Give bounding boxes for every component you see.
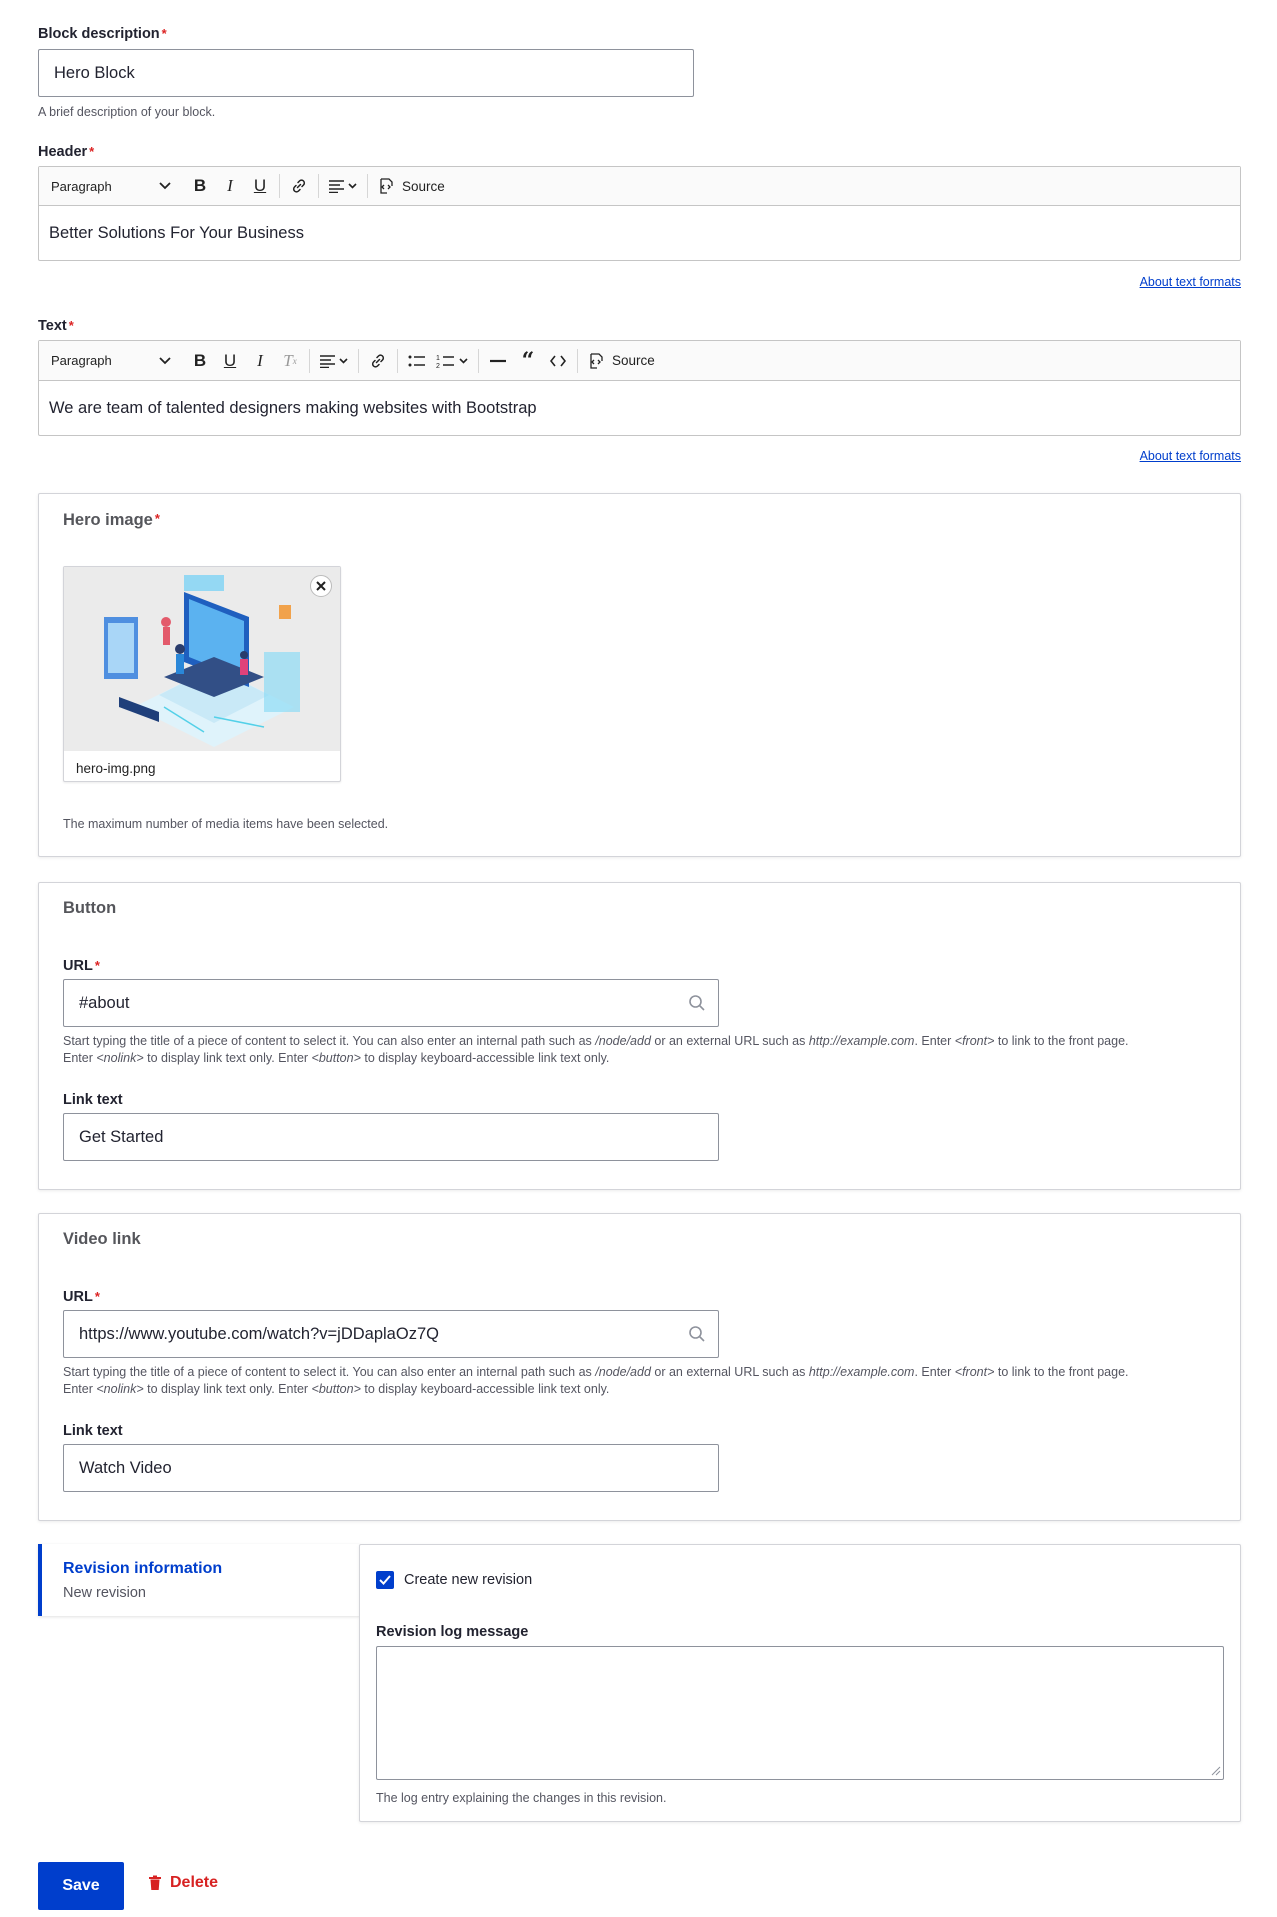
create-revision-checkbox-row[interactable]: Create new revision xyxy=(376,1571,532,1589)
underline-button[interactable]: U xyxy=(245,171,275,201)
text-toolbar: Paragraph B U I Tx 12 “ Source xyxy=(39,341,1240,381)
paragraph-format-select[interactable]: Paragraph xyxy=(51,179,179,194)
paragraph-format-select[interactable]: Paragraph xyxy=(51,353,179,368)
link-icon[interactable] xyxy=(363,346,393,376)
revision-tab-title: Revision information xyxy=(63,1560,223,1577)
hero-image-title: Hero image * xyxy=(63,511,160,529)
chevron-down-icon xyxy=(159,356,171,364)
blockquote-icon[interactable]: “ xyxy=(513,346,543,376)
source-button[interactable]: Source xyxy=(372,177,451,195)
header-editor: Paragraph B I U Source Better Solutions … xyxy=(38,166,1241,261)
svg-text:1: 1 xyxy=(436,355,440,362)
chevron-down-icon xyxy=(159,182,171,190)
video-url-input[interactable]: https://www.youtube.com/watch?v=jDDaplaO… xyxy=(63,1310,719,1358)
block-description-label: Block description * xyxy=(38,26,167,42)
underline-button[interactable]: U xyxy=(215,346,245,376)
trash-icon xyxy=(149,1875,161,1890)
button-card: Button URL * #about Start typing the titl… xyxy=(38,882,1241,1190)
text-editor: Paragraph B U I Tx 12 “ Source We are te… xyxy=(38,340,1241,436)
block-description-input[interactable]: Hero Block xyxy=(38,49,694,97)
media-item[interactable]: hero-img.png xyxy=(63,566,341,782)
header-content[interactable]: Better Solutions For Your Business xyxy=(39,206,1240,260)
save-button[interactable]: Save xyxy=(38,1862,124,1910)
source-icon xyxy=(380,178,393,194)
required-marker: * xyxy=(161,26,167,41)
italic-button[interactable]: I xyxy=(245,346,275,376)
hero-image-card: Hero image * hero-img.png The maximum nu… xyxy=(38,493,1241,857)
align-icon[interactable] xyxy=(323,171,363,201)
text-label: Text * xyxy=(38,318,74,334)
remove-format-icon[interactable]: Tx xyxy=(275,346,305,376)
source-icon xyxy=(590,352,603,369)
horizontal-line-icon[interactable] xyxy=(483,346,513,376)
create-revision-label: Create new revision xyxy=(404,1572,533,1588)
code-icon[interactable] xyxy=(543,346,573,376)
text-content[interactable]: We are team of talented designers making… xyxy=(39,381,1240,435)
search-icon xyxy=(689,1326,705,1342)
button-url-label: URL * xyxy=(63,958,100,974)
revision-log-label: Revision log message xyxy=(376,1624,529,1640)
button-url-input[interactable]: #about xyxy=(63,979,719,1027)
bulleted-list-icon[interactable] xyxy=(402,346,432,376)
button-url-help: Start typing the title of a piece of con… xyxy=(63,1034,1129,1065)
media-filename: hero-img.png xyxy=(76,761,156,776)
remove-media-button[interactable] xyxy=(310,575,332,597)
button-link-text-label: Link text xyxy=(63,1092,123,1108)
video-url-help: Start typing the title of a piece of con… xyxy=(63,1365,1129,1396)
close-icon xyxy=(316,581,326,591)
resize-handle-icon[interactable] xyxy=(1209,1764,1221,1776)
bold-button[interactable]: B xyxy=(185,171,215,201)
link-icon[interactable] xyxy=(284,171,314,201)
svg-text:2: 2 xyxy=(436,363,440,369)
video-link-card: Video link URL * https://www.youtube.com/… xyxy=(38,1213,1241,1521)
video-section-title: Video link xyxy=(63,1230,141,1248)
header-label: Header * xyxy=(38,144,95,160)
check-icon xyxy=(379,1575,391,1585)
bold-button[interactable]: B xyxy=(185,346,215,376)
video-link-text-label: Link text xyxy=(63,1423,123,1439)
numbered-list-icon[interactable]: 12 xyxy=(432,346,474,376)
video-url-label: URL * xyxy=(63,1289,100,1305)
revision-log-help: The log entry explaining the changes in … xyxy=(376,1791,667,1805)
revision-tab-summary: New revision xyxy=(63,1585,146,1601)
block-description-help: A brief description of your block. xyxy=(38,105,216,119)
button-section-title: Button xyxy=(63,899,117,917)
create-revision-checkbox[interactable] xyxy=(376,1571,394,1589)
search-icon xyxy=(689,995,705,1011)
source-button[interactable]: Source xyxy=(582,352,661,370)
video-link-text-input[interactable]: Watch Video xyxy=(63,1444,719,1492)
hero-image-thumbnail xyxy=(64,567,340,751)
revision-information-tab[interactable]: Revision information New revision xyxy=(38,1544,360,1616)
about-text-formats-link[interactable]: About text formats xyxy=(1140,449,1241,463)
button-link-text-input[interactable]: Get Started xyxy=(63,1113,719,1161)
delete-button[interactable]: Delete xyxy=(148,1874,218,1892)
about-text-formats-link[interactable]: About text formats xyxy=(1140,275,1241,289)
header-toolbar: Paragraph B I U Source xyxy=(39,167,1240,206)
hero-image-help: The maximum number of media items have b… xyxy=(63,817,389,831)
align-icon[interactable] xyxy=(314,346,354,376)
revision-log-textarea[interactable] xyxy=(376,1646,1224,1780)
revision-panel: Create new revision Revision log message… xyxy=(359,1544,1241,1822)
italic-button[interactable]: I xyxy=(215,171,245,201)
